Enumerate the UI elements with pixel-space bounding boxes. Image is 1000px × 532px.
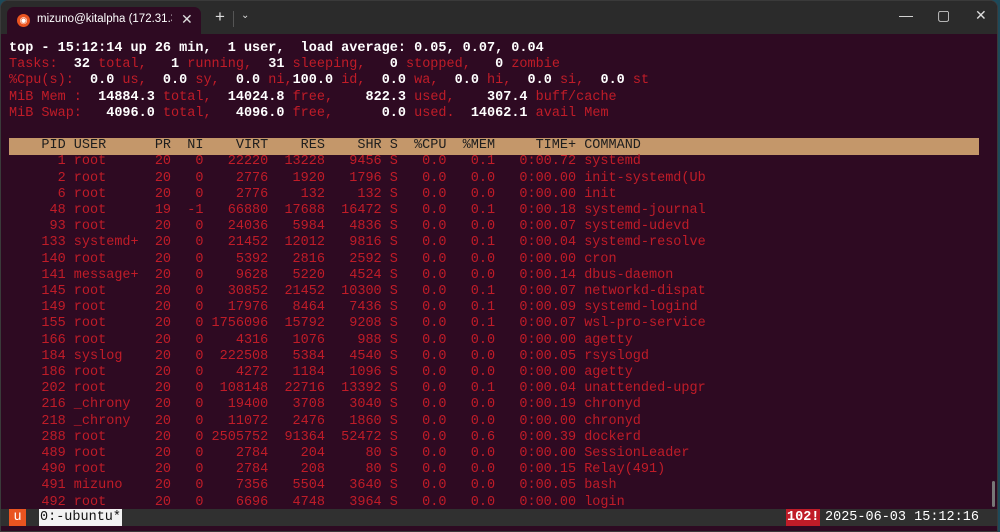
summary-segment: st (624, 73, 650, 89)
tab-close-icon[interactable]: ✕ (181, 11, 193, 28)
summary-segment: wa, (406, 73, 439, 89)
summary-segment: 0.0 (73, 73, 115, 89)
summary-segment: MiB Mem : (9, 89, 82, 105)
summary-segment: 14024.8 (211, 89, 285, 105)
summary-segment: total, (154, 105, 212, 121)
chevron-down-icon[interactable]: ⌄ (241, 10, 249, 21)
table-row: 166 root 20 0 4316 1076 988 S 0.0 0.0 0:… (9, 332, 633, 348)
summary-line: MiB Mem : 14884.3 total, 14024.8 free, 8… (9, 90, 617, 106)
table-row: 145 root 20 0 30852 21452 10300 S 0.0 0.… (9, 284, 706, 299)
summary-line: Tasks: 32 total, 1 running, 31 sleeping,… (9, 57, 560, 73)
summary-segment: Tasks: (9, 57, 58, 73)
ubuntu-logo-icon: ◉ (17, 14, 30, 27)
table-row: 149 root 20 0 17976 8464 7436 S 0.0 0.1 … (9, 300, 698, 316)
summary-segment: 1 (146, 57, 180, 73)
summary-segment: MiB Swap: (9, 105, 82, 121)
summary-segment: 0.0 (584, 73, 625, 89)
summary-segment: 822.3 (333, 89, 407, 105)
table-row: 140 root 20 0 5392 2816 2592 S 0.0 0.0 0… (9, 251, 617, 267)
tmux-status-bar: u 0:-ubuntu* 102! 2025-06-03 15:12:16 (1, 509, 997, 526)
summary-segment: stopped, (397, 57, 471, 73)
table-row: 1 root 20 0 22220 13228 9456 S 0.0 0.1 0… (9, 154, 641, 170)
status-datetime: 2025-06-03 15:12:16 (825, 510, 979, 525)
table-row: 288 root 20 0 2505752 91364 52472 S 0.0 … (9, 429, 641, 445)
close-button[interactable]: ✕ (975, 7, 987, 24)
table-row: 491 mizuno 20 0 7356 5504 3640 S 0.0 0.0… (9, 478, 617, 494)
summary-segment: sleeping, (284, 57, 366, 73)
table-row: 2 root 20 0 2776 1920 1796 S 0.0 0.0 0:0… (9, 170, 706, 186)
summary-segment: 0.0 (146, 73, 188, 89)
table-row: 489 root 20 0 2784 204 80 S 0.0 0.0 0:00… (9, 446, 690, 461)
table-row: 202 root 20 0 108148 22716 13392 S 0.0 0… (9, 381, 706, 397)
summary-segment: 0.0 (333, 105, 407, 121)
table-row: 218 _chrony 20 0 11072 2476 1860 S 0.0 0… (9, 413, 641, 429)
summary-line: MiB Swap: 4096.0 total, 4096.0 free, 0.0… (9, 106, 609, 122)
summary-segment: total, (90, 57, 147, 73)
table-row: 133 systemd+ 20 0 21452 12012 9816 S 0.0… (9, 235, 706, 251)
window-tab-ubuntu[interactable]: 0:-ubuntu* (39, 509, 123, 526)
summary-segment: 307.4 (454, 89, 528, 105)
summary-segment: 4096.0 (81, 105, 155, 121)
summary-segment: free, (284, 89, 334, 105)
summary-segment: used, (406, 89, 455, 105)
terminal-window: ◉ mizuno@kitalpha (172.31.37.42) ✕ + ⌄ —… (0, 0, 998, 532)
summary-segment: top - 15:12:14 up 26 min, 1 user, load a… (9, 41, 544, 56)
summary-segment: avail Mem (527, 105, 609, 121)
summary-segment: 0.0 (438, 73, 479, 89)
terminal-tab[interactable]: ◉ mizuno@kitalpha (172.31.37.42) ✕ (7, 7, 201, 34)
table-row: 155 root 20 0 1756096 15792 9208 S 0.0 0… (9, 316, 706, 332)
summary-segment: 0.0 (219, 73, 261, 89)
summary-line: %Cpu(s): 0.0 us, 0.0 sy, 0.0 ni,100.0 id… (9, 73, 649, 89)
tab-title: mizuno@kitalpha (172.31.37.42) (37, 13, 172, 25)
table-row: 184 syslog 20 0 222508 5384 4540 S 0.0 0… (9, 348, 650, 364)
summary-segment: hi, (478, 73, 512, 89)
scrollbar[interactable] (992, 481, 995, 507)
table-row: 48 root 19 -1 66880 17688 16472 S 0.0 0.… (9, 203, 706, 218)
table-row: 93 root 20 0 24036 5984 4836 S 0.0 0.0 0… (9, 219, 690, 235)
table-row: 490 root 20 0 2784 208 80 S 0.0 0.0 0:00… (9, 462, 666, 478)
session-indicator: u (9, 509, 26, 526)
table-row: 186 root 20 0 4272 1184 1096 S 0.0 0.0 0… (9, 365, 633, 380)
table-row: 141 message+ 20 0 9628 5220 4524 S 0.0 0… (9, 267, 674, 283)
title-bar: ◉ mizuno@kitalpha (172.31.37.42) ✕ + ⌄ —… (1, 1, 997, 34)
summary-segment: total, (154, 89, 212, 105)
summary-segment: 14884.3 (81, 89, 155, 105)
summary-segment: 0 (365, 57, 398, 73)
divider (233, 11, 234, 27)
summary-segment: si, (551, 73, 585, 89)
summary-line: top - 15:12:14 up 26 min, 1 user, load a… (9, 41, 544, 57)
table-row: 216 _chrony 20 0 19400 3708 3040 S 0.0 0… (9, 397, 641, 413)
summary-segment: sy, (187, 73, 220, 89)
summary-segment: ni, (260, 73, 293, 89)
summary-segment: 0 (470, 57, 504, 73)
maximize-button[interactable]: ▢ (937, 7, 950, 24)
summary-segment: 0.0 (511, 73, 552, 89)
table-header: PID USER PR NI VIRT RES SHR S %CPU %MEM … (9, 138, 641, 154)
summary-segment: id, (333, 73, 366, 89)
summary-segment: 14062.1 (454, 105, 528, 121)
summary-segment: 32 (57, 57, 91, 73)
new-tab-button[interactable]: + (215, 8, 225, 25)
summary-segment: us, (114, 73, 147, 89)
summary-segment: zombie (503, 57, 560, 73)
summary-segment: 100.0 (292, 73, 334, 89)
minimize-button[interactable]: — (899, 7, 913, 23)
summary-segment: buff/cache (527, 89, 617, 105)
summary-segment: %Cpu(s): (9, 73, 74, 89)
terminal-content[interactable]: top - 15:12:14 up 26 min, 1 user, load a… (1, 34, 997, 531)
summary-segment: free, (284, 105, 334, 121)
table-row: 6 root 20 0 2776 132 132 S 0.0 0.0 0:00.… (9, 186, 617, 202)
alert-badge: 102! (786, 509, 821, 526)
summary-segment: used. (406, 105, 455, 121)
summary-segment: running, (179, 57, 253, 73)
summary-segment: 4096.0 (211, 105, 285, 121)
summary-segment: 0.0 (365, 73, 407, 89)
summary-segment: 31 (252, 57, 285, 73)
